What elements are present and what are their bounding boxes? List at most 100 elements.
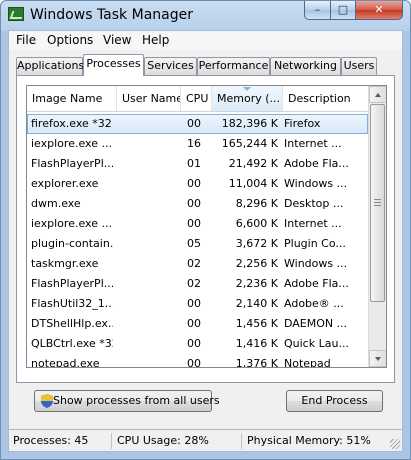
memory-cell: 1,416 K — [235, 337, 278, 350]
process-name-cell: FlashUtil32_1... — [31, 297, 113, 310]
process-name-cell: QLBCtrl.exe *32 — [31, 337, 113, 350]
scroll-thumb[interactable] — [370, 104, 385, 302]
table-row[interactable]: plugin-contain... 05 3,672 K Plugin Co... — [27, 234, 368, 254]
processes-panel: Image Name User Name CPU Memory (... Des… — [16, 75, 395, 383]
description-cell: DAEMON ... — [284, 317, 348, 330]
table-row[interactable]: taskmgr.exe 02 2,256 K Windows ... — [27, 254, 368, 274]
scroll-up-button[interactable] — [369, 86, 386, 103]
process-list[interactable]: Image Name User Name CPU Memory (... Des… — [26, 85, 387, 368]
menu-view[interactable]: View — [103, 33, 131, 47]
status-bar: Processes: 45 CPU Usage: 28% Physical Me… — [8, 429, 403, 452]
description-cell: Desktop ... — [284, 197, 344, 210]
column-user-name[interactable]: User Name — [117, 86, 181, 111]
thumb-grip-icon — [374, 202, 381, 203]
menu-help[interactable]: Help — [142, 33, 169, 47]
memory-cell: 6,600 K — [235, 217, 278, 230]
description-cell: Internet ... — [284, 137, 342, 150]
status-cpu-usage: CPU Usage: 28% — [115, 433, 242, 449]
end-process-button[interactable]: End Process — [286, 390, 383, 412]
process-name-cell: plugin-contain... — [31, 237, 113, 250]
column-memory[interactable]: Memory (... — [212, 86, 283, 111]
table-row[interactable]: FlashPlayerPl... 01 21,492 K Adobe Fla... — [27, 154, 368, 174]
column-description[interactable]: Description — [283, 86, 368, 111]
column-cpu[interactable]: CPU — [181, 86, 212, 111]
tab-networking[interactable]: Networking — [270, 57, 341, 75]
show-all-users-label: Show processes from all users — [53, 394, 220, 407]
cpu-cell: 05 — [187, 237, 201, 250]
table-row[interactable]: dwm.exe 00 8,296 K Desktop ... — [27, 194, 368, 214]
memory-cell: 11,004 K — [228, 177, 278, 190]
minimize-button[interactable]: – — [304, 1, 331, 20]
title-bar[interactable]: Windows Task Manager – □ ✕ — [1, 1, 410, 29]
close-button[interactable]: ✕ — [355, 1, 403, 20]
table-row[interactable]: iexplore.exe ... 00 6,600 K Internet ... — [27, 214, 368, 234]
memory-cell: 2,256 K — [235, 257, 278, 270]
task-manager-icon — [8, 7, 24, 21]
process-name-cell: explorer.exe — [31, 177, 99, 190]
memory-cell: 1,376 K — [235, 357, 278, 368]
process-rows: firefox.exe *32 00 182,396 K Firefox iexplor… — [27, 114, 368, 368]
window-title: Windows Task Manager — [30, 7, 193, 23]
table-row[interactable]: iexplore.exe ... 16 165,244 K Internet ... — [27, 134, 368, 154]
description-cell: Quick Lau... — [284, 337, 349, 350]
cpu-cell: 00 — [187, 217, 201, 230]
status-processes: Processes: 45 — [11, 433, 112, 449]
scroll-down-button[interactable] — [369, 350, 386, 367]
description-cell: Plugin Co... — [284, 237, 346, 250]
process-name-cell: dwm.exe — [31, 197, 81, 210]
memory-cell: 1,456 K — [235, 317, 278, 330]
cpu-cell: 00 — [187, 197, 201, 210]
tab-applications[interactable]: Applications — [16, 57, 84, 75]
resize-grip-icon[interactable] — [390, 439, 400, 449]
process-name-cell: FlashPlayerPl... — [31, 277, 113, 290]
process-name-cell: taskmgr.exe — [31, 257, 99, 270]
process-name-cell: firefox.exe *32 — [31, 117, 112, 130]
cpu-cell: 00 — [187, 117, 201, 130]
table-row[interactable]: explorer.exe 00 11,004 K Windows ... — [27, 174, 368, 194]
memory-cell: 2,140 K — [235, 297, 278, 310]
table-row[interactable]: DTShellHlp.ex... 00 1,456 K DAEMON ... — [27, 314, 368, 334]
tab-services[interactable]: Services — [144, 57, 197, 75]
cpu-cell: 00 — [187, 337, 201, 350]
cpu-cell: 00 — [187, 177, 201, 190]
table-row[interactable]: notepad.exe 00 1,376 K Notepad — [27, 354, 368, 368]
description-cell: Windows ... — [284, 257, 348, 270]
maximize-button[interactable]: □ — [330, 1, 356, 20]
client-area: Applications Processes Services Performa… — [8, 50, 403, 429]
memory-cell: 165,244 K — [221, 137, 278, 150]
process-name-cell: DTShellHlp.ex... — [31, 317, 113, 330]
column-memory-label: Memory (... — [217, 92, 281, 105]
memory-cell: 2,236 K — [235, 277, 278, 290]
process-name-cell: FlashPlayerPl... — [31, 157, 113, 170]
vertical-scrollbar[interactable] — [368, 86, 386, 367]
menu-bar: File Options View Help — [8, 30, 403, 50]
menu-file[interactable]: File — [16, 33, 36, 47]
column-image-name[interactable]: Image Name — [27, 86, 117, 111]
process-name-cell: notepad.exe — [31, 357, 100, 368]
menu-options[interactable]: Options — [47, 33, 93, 47]
tab-performance[interactable]: Performance — [197, 57, 270, 75]
table-row[interactable]: FlashPlayerPl... 02 2,236 K Adobe Fla... — [27, 274, 368, 294]
cpu-cell: 02 — [187, 277, 201, 290]
uac-shield-icon — [41, 394, 53, 408]
description-cell: Adobe Fla... — [284, 157, 349, 170]
tab-processes[interactable]: Processes — [83, 54, 144, 76]
cpu-cell: 00 — [187, 297, 201, 310]
description-cell: Internet ... — [284, 217, 342, 230]
table-row[interactable]: QLBCtrl.exe *32 00 1,416 K Quick Lau... — [27, 334, 368, 354]
tab-users[interactable]: Users — [341, 57, 377, 75]
memory-cell: 8,296 K — [235, 197, 278, 210]
cpu-cell: 00 — [187, 357, 201, 368]
status-physical-memory: Physical Memory: 51% — [247, 434, 371, 447]
table-row[interactable]: FlashUtil32_1... 00 2,140 K Adobe® ... — [27, 294, 368, 314]
thumb-grip-icon — [374, 205, 381, 206]
description-cell: Firefox — [284, 117, 321, 130]
cpu-cell: 16 — [187, 137, 201, 150]
thumb-grip-icon — [374, 199, 381, 200]
cpu-cell: 00 — [187, 317, 201, 330]
show-all-users-button[interactable]: Show processes from all users — [34, 390, 220, 412]
memory-cell: 21,492 K — [228, 157, 278, 170]
table-row[interactable]: firefox.exe *32 00 182,396 K Firefox — [27, 114, 368, 134]
description-cell: Notepad — [284, 357, 331, 368]
memory-cell: 182,396 K — [221, 117, 278, 130]
